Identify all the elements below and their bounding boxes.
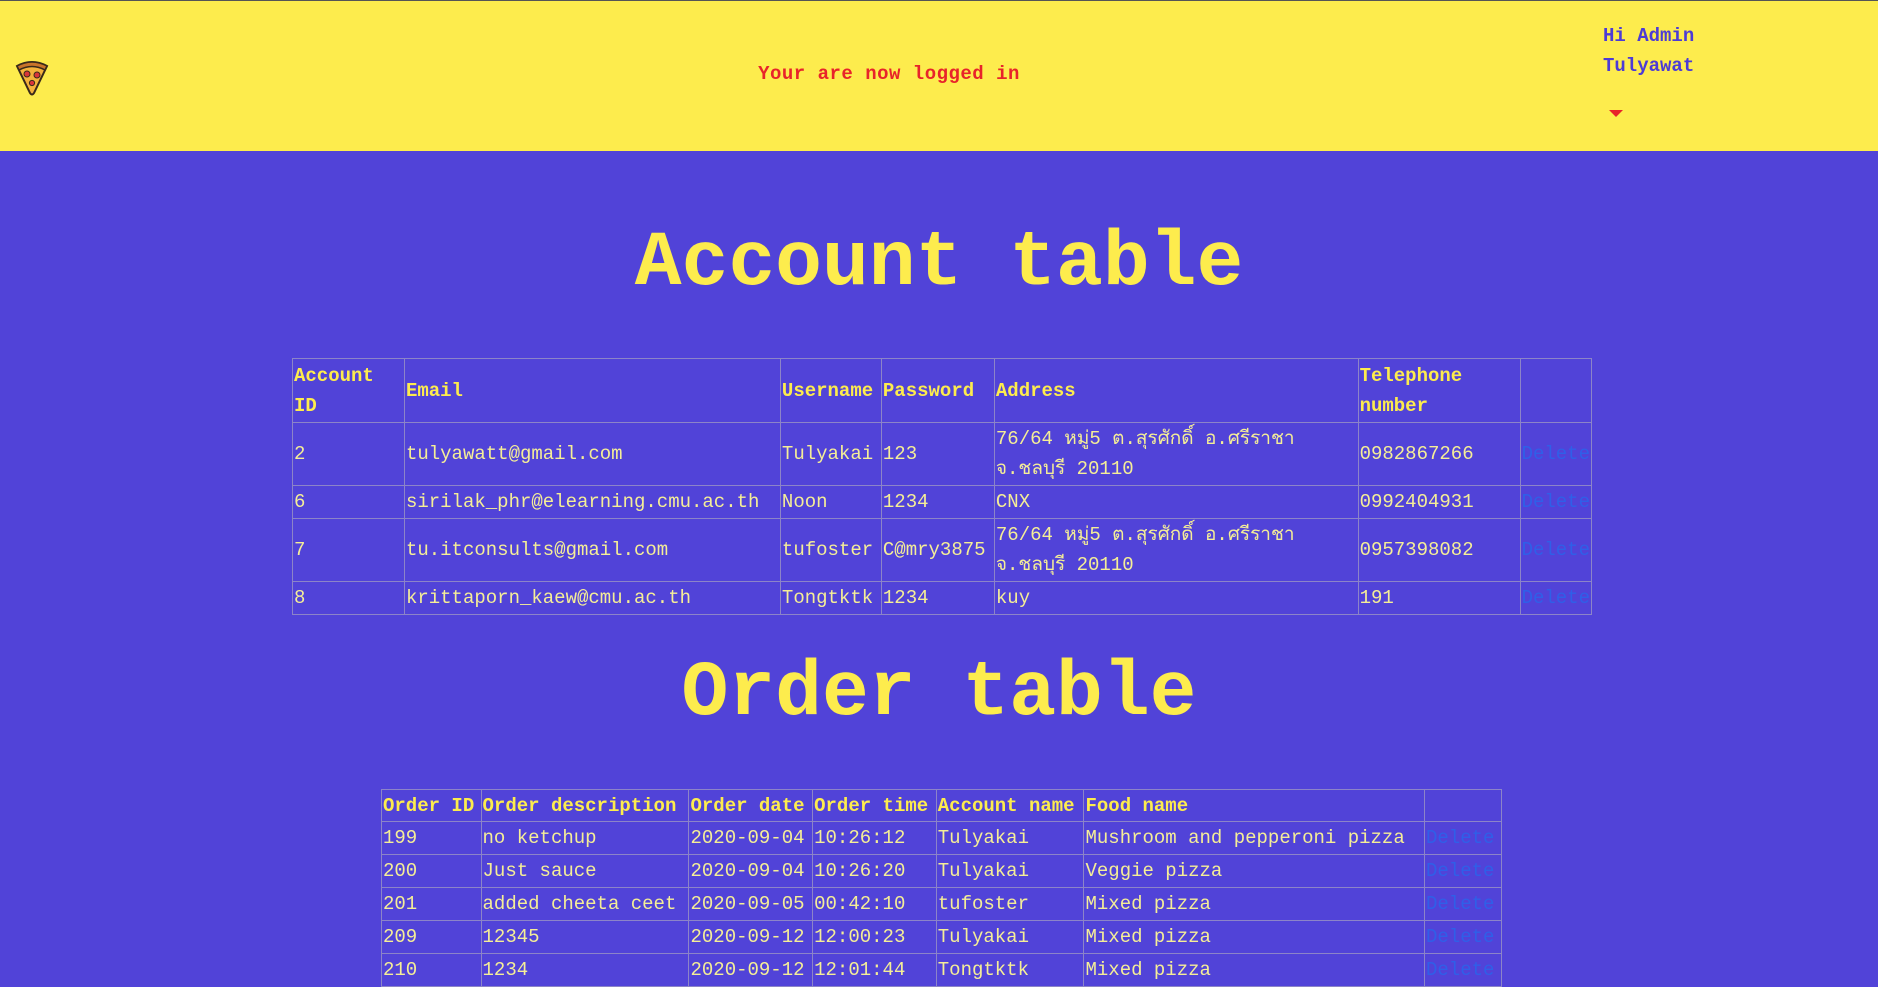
order-food: Mixed pizza bbox=[1083, 887, 1425, 921]
account-email: sirilak_phr@elearning.cmu.ac.th bbox=[403, 485, 781, 519]
order-account: tufoster bbox=[935, 887, 1085, 921]
order-date: 2020-09-04 bbox=[688, 821, 814, 855]
table-row: 200 Just sauce 2020-09-04 10:26:20 Tulya… bbox=[381, 854, 1502, 888]
account-phone: 0992404931 bbox=[1357, 485, 1521, 519]
delete-link[interactable]: Delete bbox=[1519, 422, 1593, 486]
column-header: Address bbox=[993, 358, 1359, 423]
delete-link[interactable]: Delete bbox=[1519, 581, 1593, 615]
order-id: 201 bbox=[381, 887, 482, 921]
delete-link[interactable]: Delete bbox=[1424, 821, 1502, 855]
order-id: 200 bbox=[381, 854, 482, 888]
account-username: Tulyakai bbox=[779, 422, 882, 486]
column-header: Email bbox=[403, 358, 781, 423]
table-row: 8 krittaporn_kaew@cmu.ac.th Tongtktk 123… bbox=[292, 581, 1593, 615]
order-time: 10:26:20 bbox=[812, 854, 937, 888]
column-header: Food name bbox=[1083, 789, 1425, 822]
account-password: C@mry3875 bbox=[880, 518, 995, 582]
caret-down-icon[interactable] bbox=[1609, 110, 1623, 117]
table-row: 7 tu.itconsults@gmail.com tufoster C@mry… bbox=[292, 518, 1593, 582]
column-header: Username bbox=[779, 358, 882, 423]
delete-link[interactable]: Delete bbox=[1424, 887, 1502, 921]
order-id: 209 bbox=[381, 920, 482, 954]
account-phone: 191 bbox=[1357, 581, 1521, 615]
table-row: 210 1234 2020-09-12 12:01:44 Tongtktk Mi… bbox=[381, 953, 1502, 987]
username-text: Tulyawat bbox=[1603, 55, 1695, 77]
order-description: no ketchup bbox=[480, 821, 690, 855]
order-date: 2020-09-04 bbox=[688, 854, 814, 888]
delete-link[interactable]: Delete bbox=[1424, 854, 1502, 888]
column-header: Order time bbox=[812, 789, 937, 822]
order-description: Just sauce bbox=[480, 854, 690, 888]
login-status-message: Your are now logged in bbox=[758, 63, 1020, 85]
order-account: Tulyakai bbox=[935, 854, 1085, 888]
account-id: 7 bbox=[292, 518, 405, 582]
greeting-text: Hi Admin bbox=[1603, 25, 1695, 47]
account-id: 8 bbox=[292, 581, 405, 615]
order-date: 2020-09-12 bbox=[688, 953, 814, 987]
table-row: 199 no ketchup 2020-09-04 10:26:12 Tulya… bbox=[381, 821, 1502, 855]
account-email: tu.itconsults@gmail.com bbox=[403, 518, 781, 582]
column-header: Order date bbox=[688, 789, 814, 822]
account-table-title: Account table bbox=[634, 220, 1244, 308]
account-email: tulyawatt@gmail.com bbox=[403, 422, 781, 486]
order-id: 210 bbox=[381, 953, 482, 987]
order-id: 199 bbox=[381, 821, 482, 855]
order-food: Mushroom and pepperoni pizza bbox=[1083, 821, 1425, 855]
table-row: 6 sirilak_phr@elearning.cmu.ac.th Noon 1… bbox=[292, 485, 1593, 519]
column-header: Account name bbox=[935, 789, 1085, 822]
delete-link[interactable]: Delete bbox=[1519, 518, 1593, 582]
table-row: 2 tulyawatt@gmail.com Tulyakai 123 76/64… bbox=[292, 422, 1593, 486]
user-menu[interactable]: Hi Admin Tulyawat bbox=[1603, 21, 1694, 81]
order-food: Mixed pizza bbox=[1083, 953, 1425, 987]
table-row: 201 added cheeta ceet 2020-09-05 00:42:1… bbox=[381, 887, 1502, 921]
order-account: Tongtktk bbox=[935, 953, 1085, 987]
order-description: 12345 bbox=[480, 920, 690, 954]
account-password: 1234 bbox=[880, 581, 995, 615]
order-table: Order ID Order description Order date Or… bbox=[381, 789, 1502, 987]
order-table-title: Order table bbox=[681, 650, 1197, 738]
account-username: Tongtktk bbox=[779, 581, 882, 615]
account-phone: 0982867266 bbox=[1357, 422, 1521, 486]
delete-link[interactable]: Delete bbox=[1424, 953, 1502, 987]
account-phone: 0957398082 bbox=[1357, 518, 1521, 582]
table-header-row: Order ID Order description Order date Or… bbox=[381, 789, 1502, 822]
order-food: Mixed pizza bbox=[1083, 920, 1425, 954]
account-address: 76/64 หมู่5 ต.สุรศักดิ์ อ.ศรีราชา จ.ชลบุ… bbox=[993, 518, 1359, 582]
account-password: 123 bbox=[880, 422, 995, 486]
order-description: added cheeta ceet bbox=[480, 887, 690, 921]
order-food: Veggie pizza bbox=[1083, 854, 1425, 888]
order-description: 1234 bbox=[480, 953, 690, 987]
order-time: 12:00:23 bbox=[812, 920, 937, 954]
account-username: Noon bbox=[779, 485, 882, 519]
top-header: Your are now logged in Hi Admin Tulyawat bbox=[0, 0, 1878, 151]
column-header: Order ID bbox=[381, 789, 482, 822]
delete-link[interactable]: Delete bbox=[1519, 485, 1593, 519]
order-time: 10:26:12 bbox=[812, 821, 937, 855]
order-account: Tulyakai bbox=[935, 821, 1085, 855]
account-password: 1234 bbox=[880, 485, 995, 519]
column-header: Account ID bbox=[292, 358, 405, 423]
table-row: 209 12345 2020-09-12 12:00:23 Tulyakai M… bbox=[381, 920, 1502, 954]
table-header-row: Account ID Email Username Password Addre… bbox=[292, 358, 1593, 423]
account-id: 6 bbox=[292, 485, 405, 519]
column-header: Telephone number bbox=[1357, 358, 1521, 423]
account-address: CNX bbox=[993, 485, 1359, 519]
account-id: 2 bbox=[292, 422, 405, 486]
account-email: krittaporn_kaew@cmu.ac.th bbox=[403, 581, 781, 615]
account-username: tufoster bbox=[779, 518, 882, 582]
column-header: Order description bbox=[480, 789, 690, 822]
account-address: kuy bbox=[993, 581, 1359, 615]
order-time: 12:01:44 bbox=[812, 953, 937, 987]
order-date: 2020-09-05 bbox=[688, 887, 814, 921]
order-time: 00:42:10 bbox=[812, 887, 937, 921]
account-address: 76/64 หมู่5 ต.สุรศักดิ์ อ.ศรีราชา จ.ชลบุ… bbox=[993, 422, 1359, 486]
order-account: Tulyakai bbox=[935, 920, 1085, 954]
order-date: 2020-09-12 bbox=[688, 920, 814, 954]
column-header: Password bbox=[880, 358, 995, 423]
account-table: Account ID Email Username Password Addre… bbox=[292, 358, 1593, 615]
column-header bbox=[1519, 358, 1593, 423]
column-header bbox=[1424, 789, 1502, 822]
delete-link[interactable]: Delete bbox=[1424, 920, 1502, 954]
